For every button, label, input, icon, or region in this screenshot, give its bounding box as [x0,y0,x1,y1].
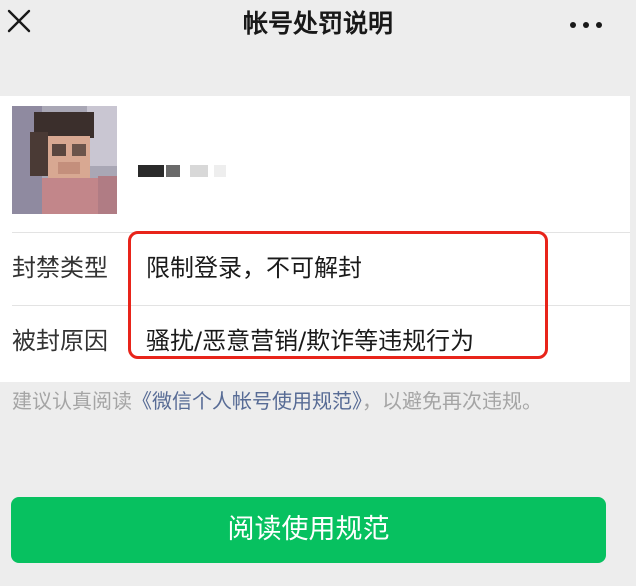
more-horizontal-icon[interactable] [570,13,610,33]
notice-suffix: ，以避免再次违规。 [362,389,542,413]
highlight-box [128,231,548,359]
notice-prefix: 建议认真阅读 [12,389,132,413]
ban-reason-label: 被封原因 [12,327,108,355]
nickname-redacted [138,160,226,177]
page-title: 帐号处罚说明 [242,9,393,38]
ban-type-label: 封禁类型 [12,254,108,282]
avatar [12,106,117,214]
nav-bar: 帐号处罚说明 [0,0,636,70]
rules-link[interactable]: 《微信个人帐号使用规范》 [132,389,362,413]
notice-text: 建议认真阅读《微信个人帐号使用规范》，以避免再次违规。 [12,382,602,420]
read-rules-button[interactable]: 阅读使用规范 [11,497,606,563]
